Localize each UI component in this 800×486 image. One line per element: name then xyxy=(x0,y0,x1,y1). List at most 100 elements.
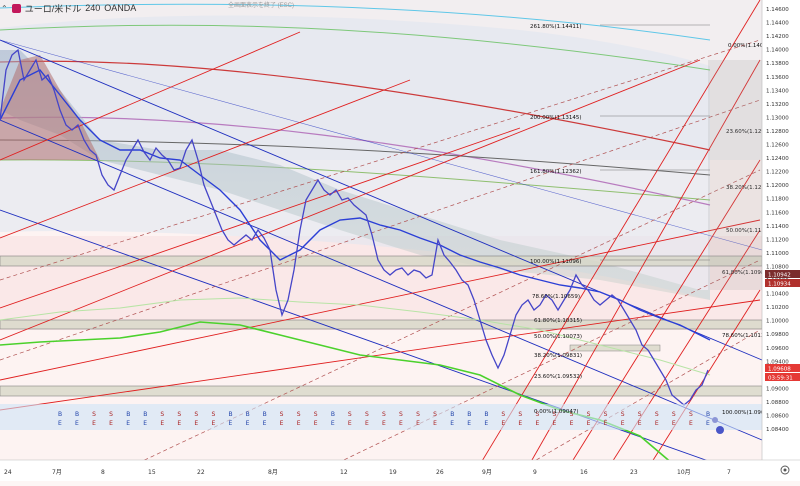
signal-marker: B xyxy=(229,411,233,418)
collapse-icon[interactable]: ⌃ xyxy=(1,4,8,13)
time-label: 8月 xyxy=(268,469,278,476)
signal-marker: E xyxy=(433,420,437,427)
signal-marker: B xyxy=(450,411,454,418)
signal-marker: E xyxy=(382,420,386,427)
signal-marker: B xyxy=(246,411,250,418)
fib-upper-label: 38.20%(1.09831) xyxy=(534,353,582,359)
zone-3 xyxy=(0,385,763,397)
price-label: 1.12400 xyxy=(766,156,789,162)
price-label: 1.12000 xyxy=(766,183,789,189)
signal-marker: S xyxy=(194,411,198,418)
price-label: 1.14000 xyxy=(766,48,789,54)
time-label: 9月 xyxy=(482,469,492,476)
fib-upper-label: 61.80%(1.10315) xyxy=(534,318,582,324)
signal-marker: E xyxy=(484,420,488,427)
signal-marker: E xyxy=(501,420,505,427)
future-shade xyxy=(708,60,762,290)
signal-marker: B xyxy=(75,411,79,418)
signal-marker: S xyxy=(689,411,693,418)
fib-upper-label: 50.00%(1.10073) xyxy=(534,334,582,340)
price-label: 1.14400 xyxy=(766,21,789,27)
signal-marker: B xyxy=(467,411,471,418)
signal-marker: S xyxy=(92,411,96,418)
fib-upper-label: 200.00%(1.13145) xyxy=(530,115,582,121)
broker: OANDA xyxy=(104,3,137,13)
price-label: 1.14600 xyxy=(766,7,789,13)
signal-marker: E xyxy=(246,420,250,427)
signal-marker: S xyxy=(416,411,420,418)
signal-marker: E xyxy=(331,420,335,427)
signal-marker: B xyxy=(484,411,488,418)
signal-marker: E xyxy=(450,420,454,427)
fib-upper-label: 100.00%(1.11096) xyxy=(530,259,582,265)
price-label: 1.13800 xyxy=(766,61,789,67)
price-label: 1.10000 xyxy=(766,319,789,325)
signal-marker: E xyxy=(672,420,676,427)
signal-marker: E xyxy=(160,420,164,427)
signal-marker: E xyxy=(177,420,181,427)
signal-marker: B xyxy=(143,411,147,418)
signal-marker: E xyxy=(348,420,352,427)
time-label: 19 xyxy=(389,469,397,476)
time-label: 24 xyxy=(4,469,12,476)
signal-marker: E xyxy=(655,420,659,427)
price-label: 1.13000 xyxy=(766,115,789,121)
signal-marker: S xyxy=(280,411,284,418)
symbol-name[interactable]: ユーロ/米ドル xyxy=(25,2,82,15)
time-label: 22 xyxy=(197,469,205,476)
price-label: 1.14200 xyxy=(766,34,789,40)
signal-marker: E xyxy=(211,420,215,427)
signal-marker: E xyxy=(314,420,318,427)
signal-marker: S xyxy=(604,411,608,418)
signal-marker: B xyxy=(126,411,130,418)
time-label: 8 xyxy=(101,469,105,476)
signal-marker: S xyxy=(672,411,676,418)
signal-marker: S xyxy=(177,411,181,418)
fullscreen-hint: 全画面表示を終了 (ESC) xyxy=(228,3,295,9)
signal-marker: E xyxy=(638,420,642,427)
price-label: 1.11800 xyxy=(766,197,789,203)
price-chart[interactable]: BEBESESEBEBESESESESEBEBEBESESESEBESESESE… xyxy=(0,0,800,482)
fib-upper-label: 161.80%(1.12362) xyxy=(530,169,582,175)
price-label: 1.09800 xyxy=(766,332,789,338)
price-label: 1.11600 xyxy=(766,210,789,216)
signal-marker: S xyxy=(621,411,625,418)
symbol-icon xyxy=(11,3,21,13)
time-label: 15 xyxy=(148,469,156,476)
price-label: 1.12600 xyxy=(766,143,789,149)
time-label: 9 xyxy=(533,469,537,476)
indicator-icon[interactable] xyxy=(716,426,724,434)
signal-marker: E xyxy=(689,420,693,427)
signal-marker: E xyxy=(535,420,539,427)
signal-marker: S xyxy=(587,411,591,418)
time-label: 7月 xyxy=(52,469,62,476)
timeframe[interactable]: 240 xyxy=(85,3,100,13)
signal-marker: E xyxy=(621,420,625,427)
signal-marker: S xyxy=(297,411,301,418)
signal-marker: E xyxy=(194,420,198,427)
signal-marker: B xyxy=(58,411,62,418)
signal-marker: S xyxy=(518,411,522,418)
price-label: 1.13600 xyxy=(766,75,789,81)
chart-area[interactable]: BEBESESEBEBESESESESEBEBEBESESESEBESESESE… xyxy=(0,0,800,482)
signal-marker: S xyxy=(655,411,659,418)
price-label: 1.08600 xyxy=(766,414,789,420)
signal-marker: E xyxy=(399,420,403,427)
signal-marker: B xyxy=(331,411,335,418)
price-label: 1.11400 xyxy=(766,224,789,230)
signal-marker: E xyxy=(75,420,79,427)
signal-marker: E xyxy=(365,420,369,427)
indicator-icon[interactable] xyxy=(712,417,718,423)
signal-marker: E xyxy=(109,420,113,427)
price-label: 1.08400 xyxy=(766,427,789,433)
fib-upper-label: 0.00%(1.09047) xyxy=(534,409,579,415)
time-label: 10月 xyxy=(677,469,691,476)
signal-marker: S xyxy=(399,411,403,418)
price-label: 1.13200 xyxy=(766,102,789,108)
price-label: 1.08800 xyxy=(766,400,789,406)
signal-marker: E xyxy=(416,420,420,427)
signal-marker: E xyxy=(604,420,608,427)
price-label: 1.12800 xyxy=(766,129,789,135)
signal-marker: S xyxy=(501,411,505,418)
signal-marker: E xyxy=(587,420,591,427)
